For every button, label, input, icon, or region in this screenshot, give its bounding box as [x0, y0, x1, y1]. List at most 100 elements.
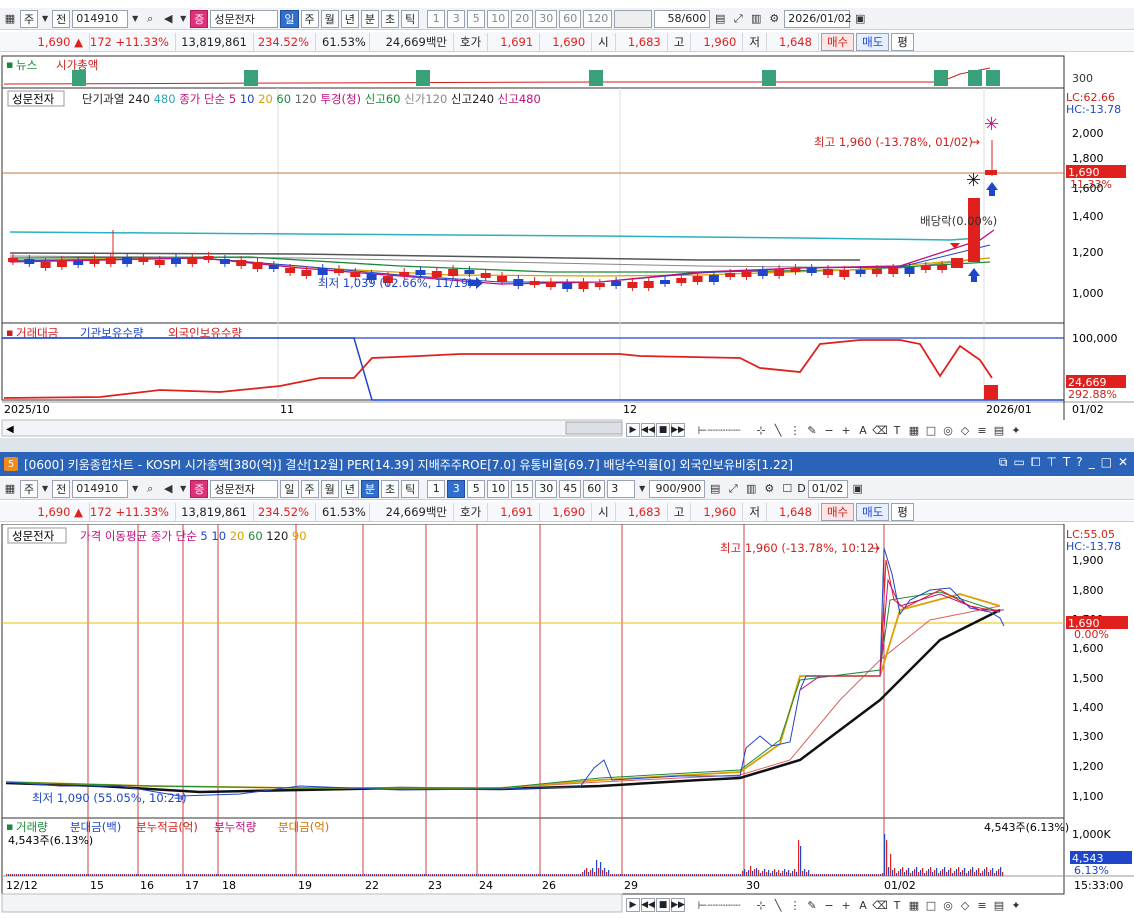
- volume-bar[interactable]: [428, 874, 430, 876]
- volume-bar[interactable]: [440, 874, 442, 876]
- volume-bar[interactable]: [620, 874, 622, 876]
- stop-icon[interactable]: ■: [656, 423, 670, 437]
- volume-bar[interactable]: [38, 874, 40, 876]
- volume-bar[interactable]: [244, 874, 246, 876]
- volume-bar[interactable]: [58, 874, 60, 876]
- volume-bar[interactable]: [790, 873, 792, 876]
- volume-bar[interactable]: [676, 874, 678, 876]
- volume-bar[interactable]: [436, 874, 438, 876]
- volume-bar[interactable]: [576, 874, 578, 876]
- volume-bar[interactable]: [146, 874, 148, 876]
- volume-bar[interactable]: [632, 874, 634, 876]
- volume-bar[interactable]: [214, 874, 216, 876]
- chevron-down-icon[interactable]: ▼: [130, 481, 140, 497]
- volume-bar[interactable]: [162, 874, 164, 876]
- volume-bar[interactable]: [536, 874, 538, 876]
- period-week[interactable]: 주: [300, 9, 319, 28]
- text-tool-icon[interactable]: A: [855, 897, 871, 913]
- list-icon[interactable]: ≡: [974, 897, 990, 913]
- volume-bar[interactable]: [56, 874, 58, 876]
- volume-bar[interactable]: [986, 867, 988, 876]
- text-icon[interactable]: T: [889, 422, 905, 438]
- interval-30[interactable]: 30: [535, 479, 558, 498]
- volume-bar[interactable]: [238, 874, 240, 876]
- candle[interactable]: [203, 256, 214, 260]
- volume-bar[interactable]: [416, 874, 418, 876]
- volume-bar[interactable]: [816, 874, 818, 876]
- volume-bar[interactable]: [846, 874, 848, 876]
- volume-bar[interactable]: [302, 874, 304, 876]
- volume-bar[interactable]: [240, 874, 242, 876]
- volume-bar[interactable]: [300, 874, 302, 876]
- volume-bar[interactable]: [88, 874, 90, 876]
- volume-bar[interactable]: [708, 874, 710, 876]
- volume-bar[interactable]: [292, 874, 294, 876]
- volume-bar[interactable]: [952, 873, 954, 876]
- volume-bar[interactable]: [402, 874, 404, 876]
- avg-button[interactable]: 평: [891, 32, 914, 51]
- candle[interactable]: [741, 272, 752, 277]
- volume-bar[interactable]: [284, 874, 286, 876]
- volume-bar[interactable]: [304, 874, 306, 876]
- volume-bar[interactable]: [686, 874, 688, 876]
- volume-bar[interactable]: [718, 874, 720, 876]
- news-marker[interactable]: [762, 70, 776, 86]
- table-icon[interactable]: ▤: [991, 422, 1007, 438]
- volume-bar[interactable]: [586, 868, 588, 876]
- top-scrollbar[interactable]: [1, 419, 623, 437]
- interval-60[interactable]: 60: [559, 9, 582, 28]
- volume-bar[interactable]: [738, 874, 740, 876]
- volume-bar[interactable]: [74, 874, 76, 876]
- volume-bar[interactable]: [12, 874, 14, 876]
- volume-bar[interactable]: [834, 874, 836, 876]
- period-month[interactable]: 월: [320, 9, 339, 28]
- market-select[interactable]: 주: [20, 9, 39, 28]
- volume-bar[interactable]: [778, 870, 780, 876]
- volume-bar[interactable]: [444, 874, 446, 876]
- volume-bar[interactable]: [866, 874, 868, 876]
- volume-bar[interactable]: [756, 868, 758, 876]
- candle[interactable]: [643, 281, 654, 288]
- volume-bar[interactable]: [260, 874, 262, 876]
- bottom-scrollbar[interactable]: [1, 893, 623, 913]
- volume-bar[interactable]: [42, 874, 44, 876]
- volume-bar[interactable]: [232, 874, 234, 876]
- volume-bar[interactable]: [298, 874, 300, 876]
- volume-bar[interactable]: [560, 874, 562, 876]
- volume-bar[interactable]: [20, 874, 22, 876]
- volume-bar[interactable]: [138, 874, 140, 876]
- line-tool-icon[interactable]: ╲: [770, 897, 786, 913]
- volume-bar[interactable]: [906, 870, 908, 876]
- box-icon[interactable]: □: [923, 897, 939, 913]
- avg-button[interactable]: 평: [891, 502, 914, 521]
- volume-bar[interactable]: [596, 860, 598, 876]
- candle[interactable]: [219, 259, 230, 264]
- candle[interactable]: [725, 273, 736, 277]
- candle[interactable]: [236, 260, 247, 266]
- volume-bar[interactable]: [934, 870, 936, 876]
- volume-bar[interactable]: [52, 874, 54, 876]
- volume-bar[interactable]: [356, 874, 358, 876]
- volume-bar[interactable]: [956, 869, 958, 876]
- volume-bar[interactable]: [274, 874, 276, 876]
- date-input[interactable]: 01/02: [807, 479, 848, 498]
- news-marker[interactable]: [968, 70, 982, 86]
- volume-bar[interactable]: [546, 874, 548, 876]
- erase-icon[interactable]: ⌫: [872, 897, 888, 913]
- period-minute[interactable]: 분: [360, 9, 379, 28]
- volume-bar[interactable]: [414, 874, 416, 876]
- box-icon[interactable]: □: [923, 422, 939, 438]
- volume-bar[interactable]: [514, 874, 516, 876]
- market-select[interactable]: 주: [20, 479, 39, 498]
- candle[interactable]: [56, 260, 67, 267]
- volume-bar[interactable]: [862, 874, 864, 876]
- volume-bar[interactable]: [658, 874, 660, 876]
- fib-tool-icon[interactable]: ⋮: [787, 422, 803, 438]
- candle[interactable]: [317, 268, 328, 275]
- volume-bar[interactable]: [946, 872, 948, 876]
- volume-bar[interactable]: [564, 874, 566, 876]
- volume-bar[interactable]: [572, 874, 574, 876]
- candle[interactable]: [529, 281, 540, 285]
- volume-bar[interactable]: [24, 874, 26, 876]
- volume-bar[interactable]: [874, 874, 876, 876]
